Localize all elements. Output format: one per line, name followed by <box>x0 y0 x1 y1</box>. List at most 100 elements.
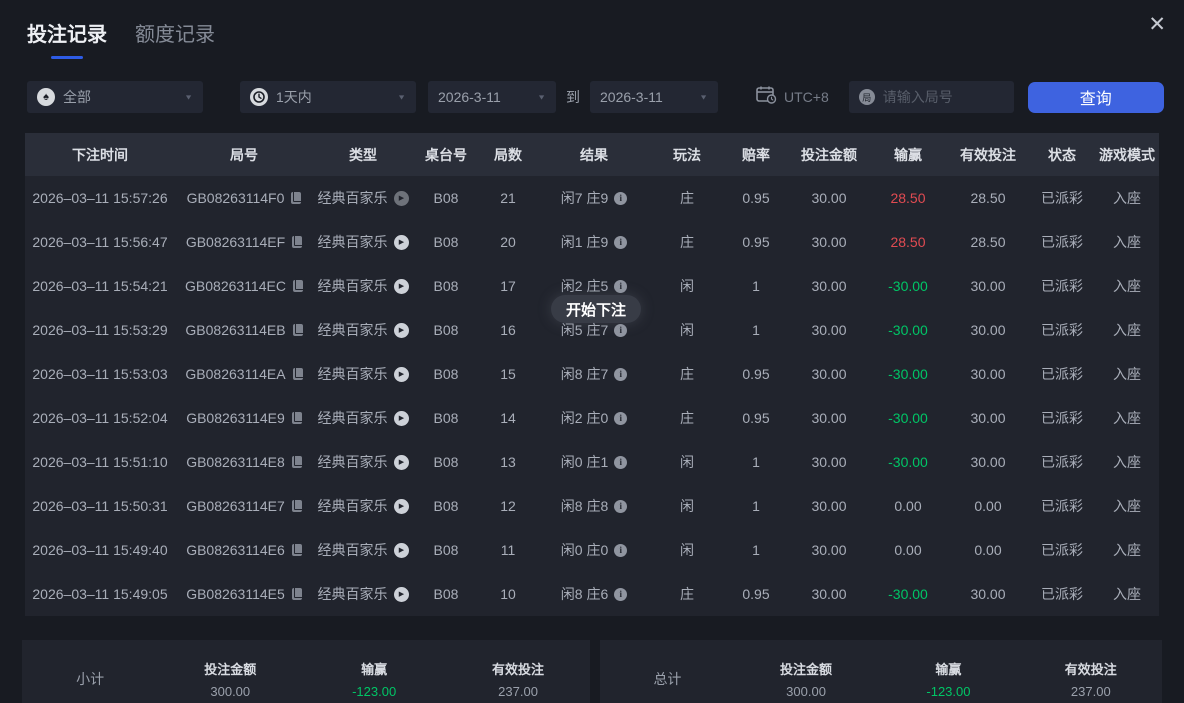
play-video-icon[interactable]: ▶ <box>394 411 409 426</box>
cell-status: 已派彩 <box>1029 320 1095 340</box>
cell-bet-time: 2026–03–11 15:57:26 <box>25 190 175 206</box>
total-bet-amount-label: 投注金额 <box>735 659 877 678</box>
cell-winloss: -30.00 <box>869 410 947 426</box>
cell-game-mode: 入座 <box>1095 584 1159 604</box>
round-id-text: GB08263114EA <box>185 366 285 382</box>
round-id-text: GB08263114EC <box>185 278 286 294</box>
info-icon[interactable]: i <box>614 368 627 381</box>
info-icon[interactable]: i <box>614 456 627 469</box>
cell-valid-bet: 28.50 <box>947 190 1029 206</box>
date-to-value: 2026-3-11 <box>600 89 663 105</box>
round-id-text: GB08263114E9 <box>186 410 285 426</box>
round-id-text: GB08263114EF <box>186 234 285 250</box>
cell-round-no: 16 <box>479 322 537 338</box>
date-to-select[interactable]: 2026-3-11 ▼ <box>590 81 718 113</box>
info-icon[interactable]: i <box>614 500 627 513</box>
table-row: 2026–03–11 15:57:26GB08263114F0经典百家乐▶B08… <box>25 176 1159 220</box>
cell-round-id: GB08263114E9 <box>175 410 313 426</box>
calendar-clock-icon[interactable] <box>755 85 777 109</box>
round-id-text: GB08263114E7 <box>186 498 285 514</box>
game-type-select[interactable]: ♠ 全部 ▼ <box>27 81 203 113</box>
cell-bet-amount: 30.00 <box>789 410 869 426</box>
cell-bet-time: 2026–03–11 15:53:03 <box>25 366 175 382</box>
column-header: 下注时间 <box>25 145 175 165</box>
cell-valid-bet: 30.00 <box>947 278 1029 294</box>
cell-table-no: B08 <box>413 498 479 514</box>
play-video-icon[interactable]: ▶ <box>394 499 409 514</box>
cell-odds: 0.95 <box>723 234 789 250</box>
cell-result: 闲8 庄7i <box>537 364 651 384</box>
cell-odds: 1 <box>723 278 789 294</box>
cell-winloss: -30.00 <box>869 366 947 382</box>
play-video-icon[interactable]: ▶ <box>394 543 409 558</box>
column-header: 赔率 <box>723 145 789 165</box>
copy-icon[interactable] <box>292 588 302 600</box>
cell-round-id: GB08263114E7 <box>175 498 313 514</box>
info-icon[interactable]: i <box>614 412 627 425</box>
info-icon[interactable]: i <box>614 280 627 293</box>
cell-round-no: 10 <box>479 586 537 602</box>
info-icon[interactable]: i <box>614 588 627 601</box>
column-header: 投注金额 <box>789 145 869 165</box>
copy-icon[interactable] <box>292 500 302 512</box>
round-search-input[interactable] <box>883 89 1004 105</box>
total-valid-bet: 有效投注 237.00 <box>1020 659 1162 699</box>
result-text: 闲2 庄5 <box>561 276 608 296</box>
copy-icon[interactable] <box>291 192 301 204</box>
play-video-icon[interactable]: ▶ <box>394 367 409 382</box>
play-video-icon[interactable]: ▶ <box>394 235 409 250</box>
copy-icon[interactable] <box>293 368 303 380</box>
play-video-icon[interactable]: ▶ <box>394 279 409 294</box>
cell-game-type: 经典百家乐▶ <box>313 496 413 516</box>
close-icon[interactable]: ✕ <box>1142 10 1172 39</box>
copy-icon[interactable] <box>293 324 303 336</box>
cell-result: 闲1 庄9i <box>537 232 651 252</box>
tab-bar: 投注记录 额度记录 <box>0 0 1184 59</box>
cell-round-id: GB08263114E6 <box>175 542 313 558</box>
copy-icon[interactable] <box>292 544 302 556</box>
result-text: 闲5 庄7 <box>561 320 608 340</box>
copy-icon[interactable] <box>292 456 302 468</box>
time-range-select[interactable]: 1天内 ▼ <box>240 81 416 113</box>
info-icon[interactable]: i <box>614 324 627 337</box>
round-id-text: GB08263114E6 <box>186 542 285 558</box>
cell-game-mode: 入座 <box>1095 188 1159 208</box>
cell-game-type: 经典百家乐 ▶ <box>313 320 413 340</box>
date-to-label: 到 <box>566 87 580 107</box>
table-row: 2026–03–11 15:49:05GB08263114E5经典百家乐▶B08… <box>25 572 1159 616</box>
subtotal-winloss-value: -123.00 <box>302 684 446 699</box>
cell-game-type: 经典百家乐▶ <box>313 276 413 296</box>
subtotal-winloss-label: 输赢 <box>302 659 446 678</box>
active-tab-underline <box>51 56 83 59</box>
copy-icon[interactable] <box>292 236 302 248</box>
tab-bet-records[interactable]: 投注记录 <box>27 18 107 59</box>
column-header: 有效投注 <box>947 145 1029 165</box>
date-from-select[interactable]: 2026-3-11 ▼ <box>428 81 556 113</box>
cell-round-id: GB08263114EB <box>175 322 313 338</box>
play-video-icon[interactable]: ▶ <box>394 191 409 206</box>
column-header: 类型 <box>313 145 413 165</box>
cell-game-mode: 入座 <box>1095 364 1159 384</box>
game-type-text: 经典百家乐 <box>318 320 388 340</box>
copy-icon[interactable] <box>293 280 303 292</box>
cell-winloss: 0.00 <box>869 542 947 558</box>
cell-result: 闲7 庄9i <box>537 188 651 208</box>
tab-quota-records[interactable]: 额度记录 <box>135 18 215 47</box>
copy-icon[interactable] <box>292 412 302 424</box>
cell-bet-amount: 30.00 <box>789 322 869 338</box>
play-video-icon[interactable]: ▶ <box>394 323 409 338</box>
column-header: 桌台号 <box>413 145 479 165</box>
play-video-icon[interactable]: ▶ <box>394 587 409 602</box>
round-search-field[interactable]: 局 <box>849 81 1014 113</box>
info-icon[interactable]: i <box>614 192 627 205</box>
cell-odds: 1 <box>723 498 789 514</box>
cell-valid-bet: 30.00 <box>947 454 1029 470</box>
cell-bet-amount: 30.00 <box>789 542 869 558</box>
result-text: 闲0 庄0 <box>561 540 608 560</box>
info-icon[interactable]: i <box>614 544 627 557</box>
search-button[interactable]: 查询 <box>1028 82 1164 113</box>
cell-table-no: B08 <box>413 322 479 338</box>
play-video-icon[interactable]: ▶ <box>394 455 409 470</box>
cell-play: 闲 <box>651 276 723 296</box>
info-icon[interactable]: i <box>614 236 627 249</box>
